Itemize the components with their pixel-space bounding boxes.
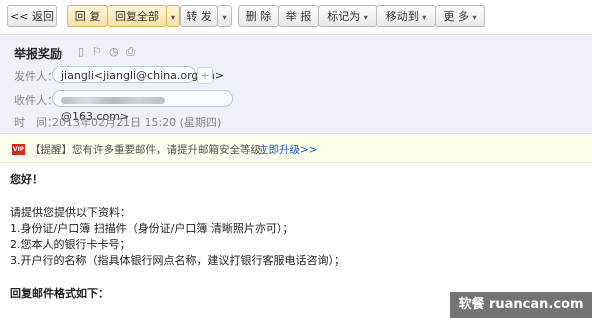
- body-blank-line: [10, 270, 580, 286]
- vip-badge-icon: VIP: [12, 144, 25, 155]
- chevron-down-icon: ▾: [422, 13, 427, 22]
- plus-icon: +: [200, 69, 210, 82]
- chevron-down-icon: ▾: [472, 13, 477, 22]
- sender-chip[interactable]: jiangli<jiangli@china.org.cn>: [52, 66, 224, 83]
- delete-button[interactable]: 删 除: [238, 5, 279, 27]
- tag-icon[interactable]: ▯: [78, 45, 84, 58]
- recipient-chip[interactable]: @163.com>: [52, 90, 233, 123]
- toolbar: << 返回 回 复 回复全部 ▾ 转 发 ▾ 删 除 举 报 标记为 ▾ 移动到…: [0, 0, 592, 34]
- body-blank-line: [10, 188, 580, 204]
- reply-dropdown-button[interactable]: ▾: [166, 5, 180, 27]
- chevron-down-icon: ▾: [222, 13, 227, 22]
- clock-icon[interactable]: ◷: [109, 45, 119, 58]
- body-line: 请提供您提供以下资料：: [10, 205, 131, 219]
- mail-header: 举报奖励 ▯ ⚐ ◷ ⎙ 发件人： jiangli<jiangli@china.…: [0, 34, 592, 134]
- mark-as-button[interactable]: 标记为 ▾: [318, 5, 377, 27]
- print-icon[interactable]: ⎙: [126, 45, 135, 58]
- body-line: 2.您本人的银行卡卡号；: [10, 238, 131, 252]
- warning-text: 【提醒】您有许多重要邮件，请提升邮箱安全等级！: [30, 144, 272, 156]
- forward-button[interactable]: 转 发: [180, 5, 218, 27]
- chevron-down-icon: ▾: [363, 13, 368, 22]
- reply-all-button[interactable]: 回复全部: [107, 5, 167, 27]
- move-to-button[interactable]: 移动到 ▾: [376, 5, 436, 27]
- upgrade-link[interactable]: 立即升级>>: [258, 142, 318, 157]
- body-line: 3.开户行的名称（指具体银行网点名称，建议打银行客服电话咨询）；: [10, 254, 345, 268]
- mail-body: 您好！ 请提供您提供以下资料： 1.身份证/户口簿 扫描件（身份证/户口簿 清晰…: [10, 172, 580, 302]
- move-to-label: 移动到: [385, 10, 419, 23]
- time-value: 2013年02月21日 15:20 (星期四): [52, 116, 222, 129]
- redacted-address: [61, 96, 165, 104]
- security-warning-bar: VIP 【提醒】您有许多重要邮件，请提升邮箱安全等级！ 立即升级>>: [0, 136, 592, 163]
- site-watermark: 软餐 ruancan.com: [450, 292, 592, 318]
- mail-subject: 举报奖励: [14, 47, 63, 61]
- add-contact-button[interactable]: +: [197, 67, 213, 84]
- body-line: 您好！: [10, 173, 43, 186]
- flag-icon[interactable]: ⚐: [92, 45, 102, 58]
- more-label: 更 多: [443, 10, 469, 23]
- subject-actions: ▯ ⚐ ◷ ⎙: [78, 45, 139, 59]
- more-button[interactable]: 更 多 ▾: [435, 5, 485, 27]
- back-button[interactable]: << 返回: [7, 5, 57, 27]
- body-line: 1.身份证/户口簿 扫描件（身份证/户口簿 清晰照片亦可）；: [10, 221, 294, 235]
- reply-button[interactable]: 回 复: [67, 5, 108, 27]
- mark-as-label: 标记为: [327, 10, 361, 23]
- forward-dropdown-button[interactable]: ▾: [217, 5, 232, 27]
- report-button[interactable]: 举 报: [278, 5, 319, 27]
- chevron-down-icon: ▾: [170, 13, 175, 22]
